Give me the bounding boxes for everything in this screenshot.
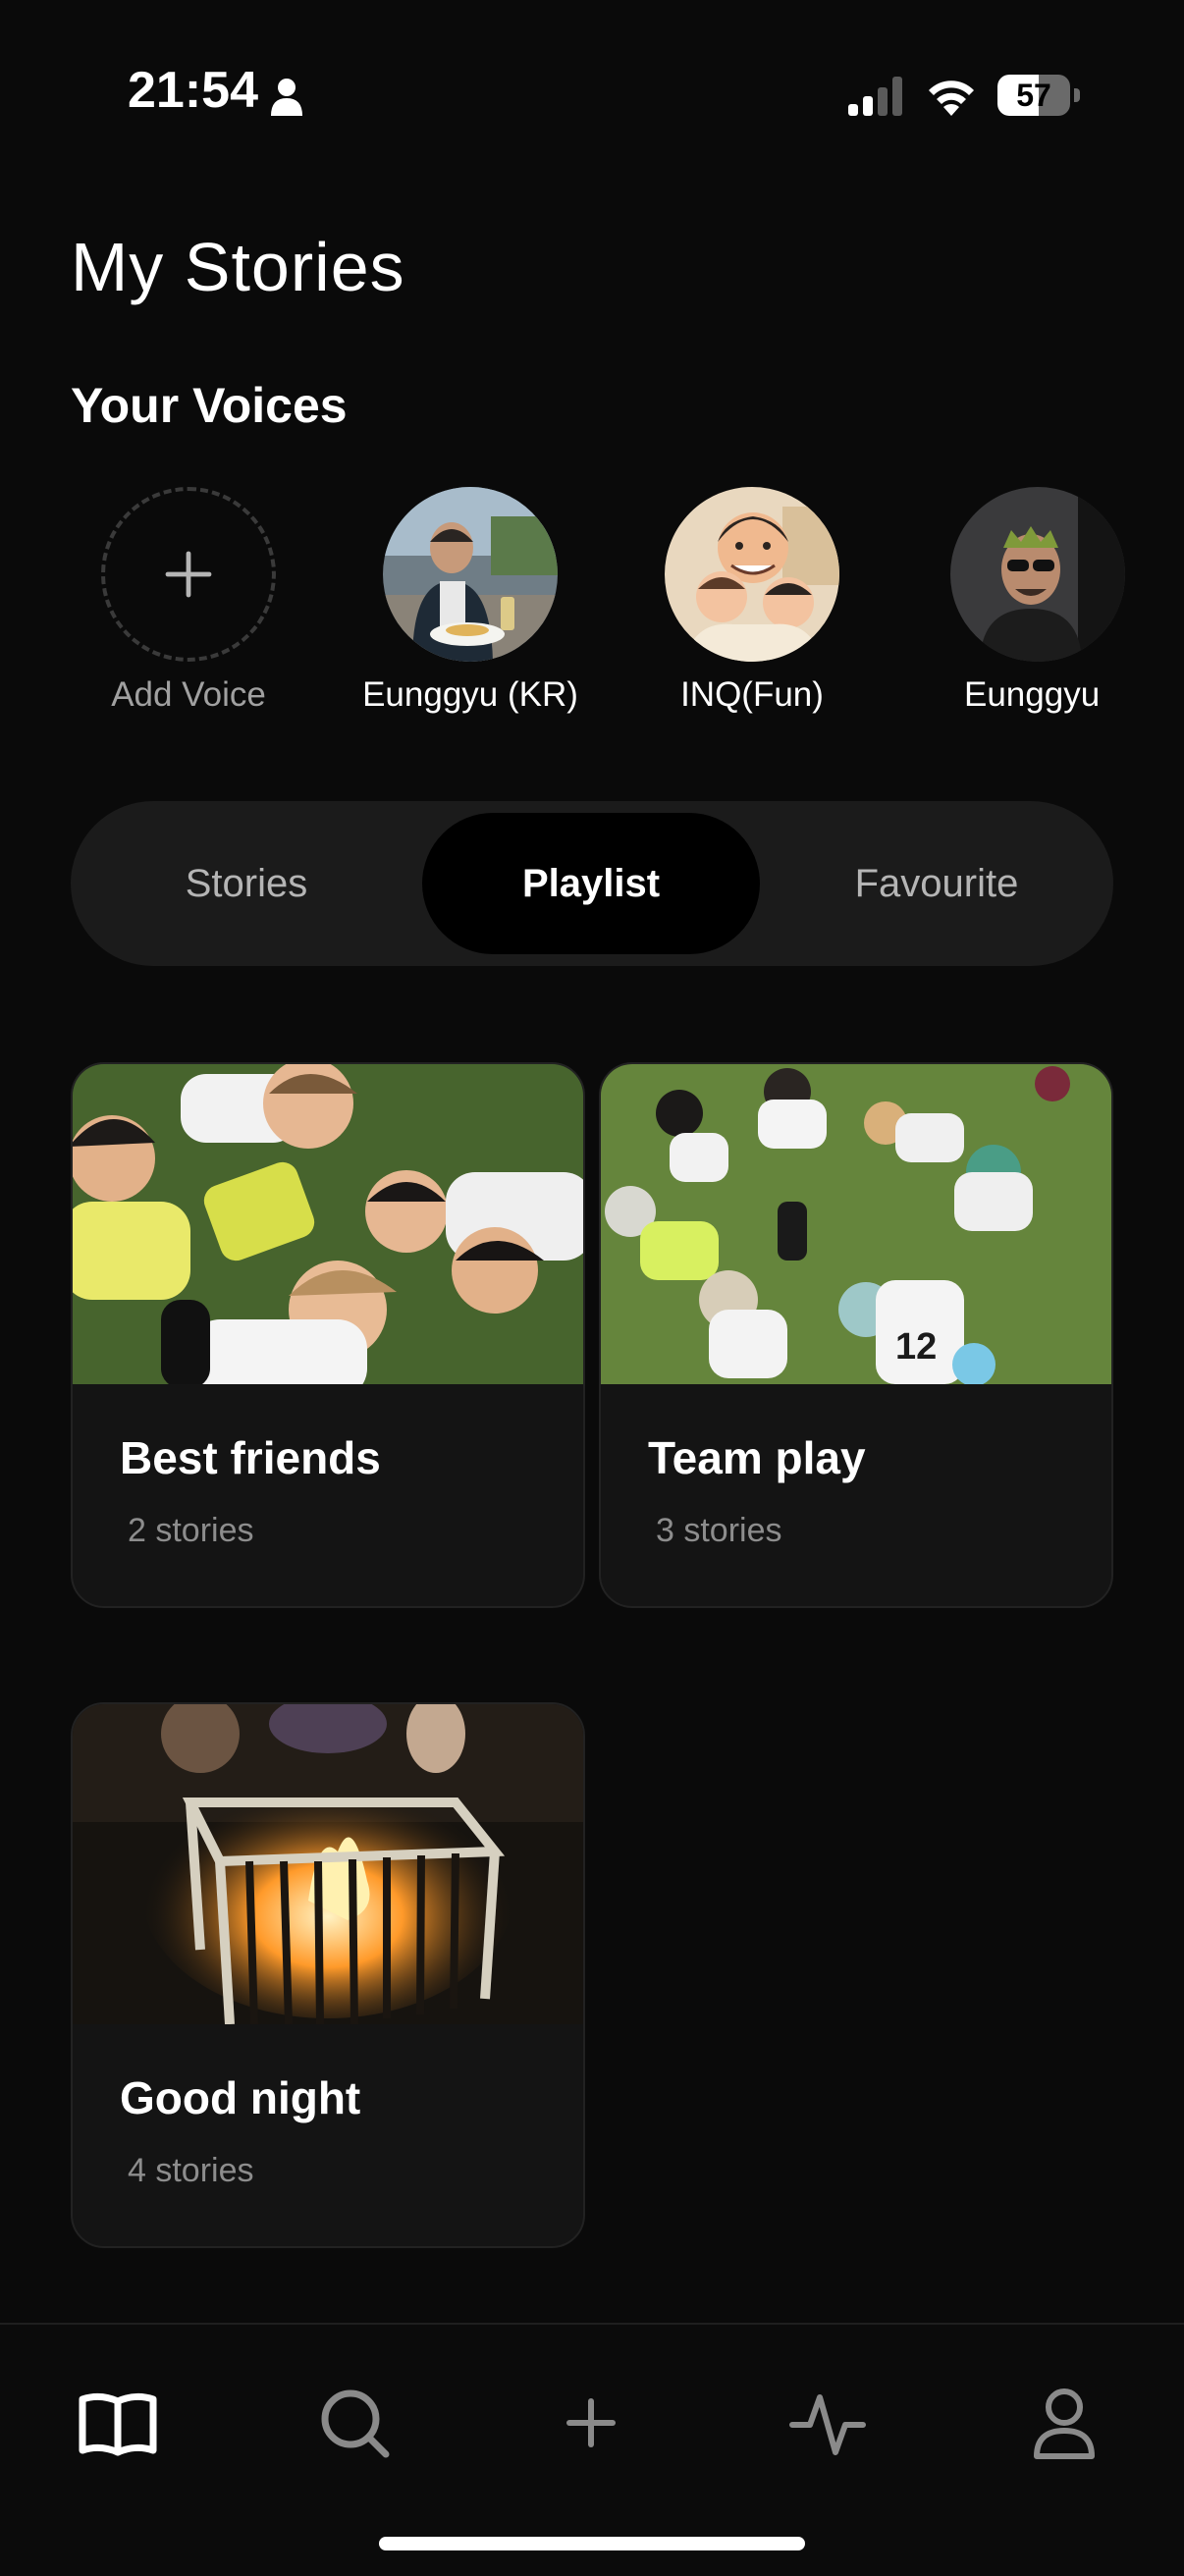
- voice-label: Eunggyu (KR): [362, 675, 578, 714]
- voice-avatar[interactable]: [383, 487, 558, 662]
- voice-item-inq-fun[interactable]: INQ(Fun): [624, 487, 880, 715]
- playlist-title: Best friends: [120, 1432, 381, 1483]
- voice-label: Eunggyu: [964, 675, 1101, 714]
- add-voice-circle[interactable]: [101, 487, 276, 662]
- plus-icon: [165, 551, 212, 598]
- battery-level: 57: [1016, 78, 1051, 113]
- voices-section-title: Your Voices: [71, 378, 348, 433]
- add-voice-button[interactable]: Add Voice: [61, 487, 316, 715]
- book-icon[interactable]: [69, 2374, 167, 2472]
- wifi-icon: [929, 80, 974, 116]
- playlist-thumbnail: [73, 1704, 583, 2024]
- playlist-title: Team play: [648, 1432, 866, 1483]
- playlist-count: 4 stories: [128, 2152, 254, 2189]
- playlist-card-best-friends[interactable]: Best friends 2 stories: [71, 1062, 585, 1608]
- plus-icon[interactable]: [542, 2374, 640, 2472]
- tab-stories[interactable]: Stories: [82, 813, 410, 954]
- voice-avatar[interactable]: [950, 487, 1125, 662]
- voice-avatar[interactable]: [665, 487, 839, 662]
- home-indicator[interactable]: [379, 2537, 805, 2550]
- profile-icon[interactable]: [1015, 2374, 1113, 2472]
- playlist-thumbnail: [73, 1064, 583, 1384]
- page-title: My Stories: [71, 229, 405, 305]
- tab-playlist[interactable]: Playlist: [422, 813, 760, 954]
- add-voice-label: Add Voice: [111, 675, 266, 714]
- battery-icon: 57: [997, 75, 1080, 116]
- playlist-count: 3 stories: [656, 1512, 782, 1549]
- status-bar: 21:54 57: [0, 0, 1184, 196]
- tab-favourite[interactable]: Favourite: [772, 813, 1102, 954]
- playlist-card-good-night[interactable]: Good night 4 stories: [71, 1702, 585, 2248]
- playlist-thumbnail: 12: [601, 1064, 1111, 1384]
- svg-text:12: 12: [895, 1326, 937, 1368]
- voice-item-eunggyu[interactable]: Eunggyu: [903, 487, 1168, 715]
- cellular-signal-icon: [848, 77, 902, 116]
- activity-icon[interactable]: [779, 2374, 877, 2472]
- playlist-count: 2 stories: [128, 1512, 254, 1549]
- voice-label: INQ(Fun): [680, 675, 824, 714]
- playlist-card-team-play[interactable]: 12 Team play 3 stories: [599, 1062, 1113, 1608]
- stories-tabs: Stories Playlist Favourite: [71, 801, 1113, 966]
- status-time: 21:54: [128, 62, 258, 119]
- person-icon: [271, 79, 302, 116]
- playlist-title: Good night: [120, 2072, 361, 2123]
- search-icon[interactable]: [305, 2374, 404, 2472]
- voice-item-eunggyu-kr[interactable]: Eunggyu (KR): [343, 487, 598, 715]
